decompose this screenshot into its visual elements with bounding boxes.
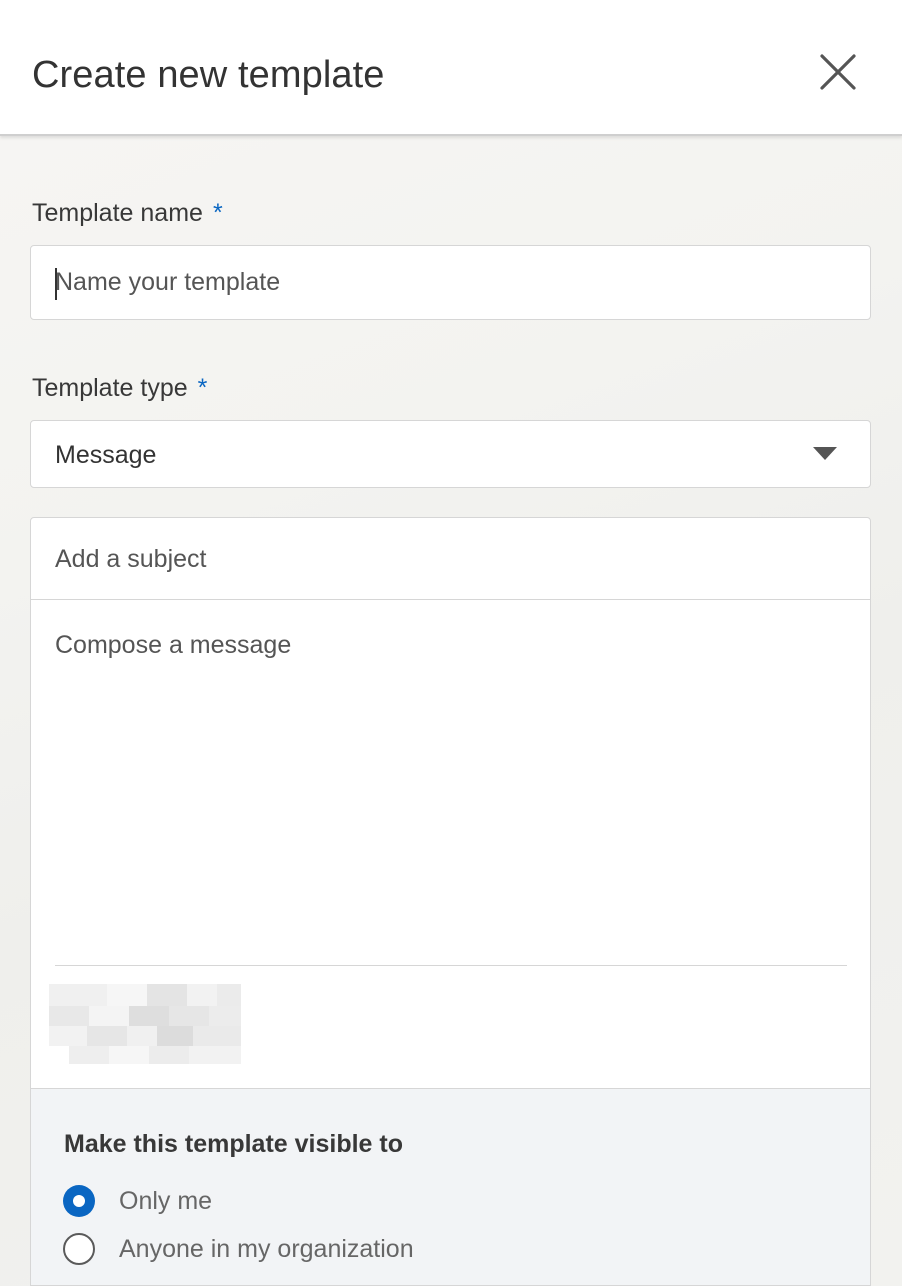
message-area <box>31 600 870 966</box>
template-type-label: Template type * <box>32 373 207 403</box>
template-name-label: Template name * <box>32 198 223 228</box>
template-name-input[interactable] <box>55 246 845 319</box>
radio-checked-icon[interactable] <box>63 1185 95 1217</box>
redacted-signature <box>49 984 265 1064</box>
radio-unchecked-icon[interactable] <box>63 1233 95 1265</box>
template-type-select[interactable]: Message <box>30 420 871 488</box>
template-type-label-text: Template type <box>32 374 188 402</box>
text-caret <box>55 268 57 300</box>
visibility-title: Make this template visible to <box>64 1130 403 1158</box>
visibility-option-label: Only me <box>119 1187 213 1215</box>
dialog-title: Create new template <box>32 54 385 96</box>
caret-down-icon <box>813 447 837 460</box>
message-composer: Make this template visible to Only me An… <box>30 517 871 1286</box>
subject-input[interactable] <box>55 518 845 600</box>
close-icon <box>820 54 856 90</box>
required-marker: * <box>212 199 223 227</box>
signature-divider <box>55 965 847 966</box>
dialog-body: Template name * Template type * Message <box>0 136 902 1286</box>
template-type-selected: Message <box>55 441 157 469</box>
visibility-option-organization[interactable]: Anyone in my organization <box>63 1231 563 1267</box>
visibility-section: Make this template visible to Only me An… <box>31 1088 870 1285</box>
message-textarea[interactable] <box>55 630 845 930</box>
required-marker: * <box>197 374 208 402</box>
dialog-header: Create new template <box>0 0 902 136</box>
template-name-label-text: Template name <box>32 199 203 227</box>
close-button[interactable] <box>812 46 864 98</box>
template-name-field[interactable] <box>30 245 871 320</box>
visibility-option-label: Anyone in my organization <box>119 1235 414 1263</box>
visibility-option-only-me[interactable]: Only me <box>63 1183 563 1219</box>
subject-row <box>31 518 870 600</box>
